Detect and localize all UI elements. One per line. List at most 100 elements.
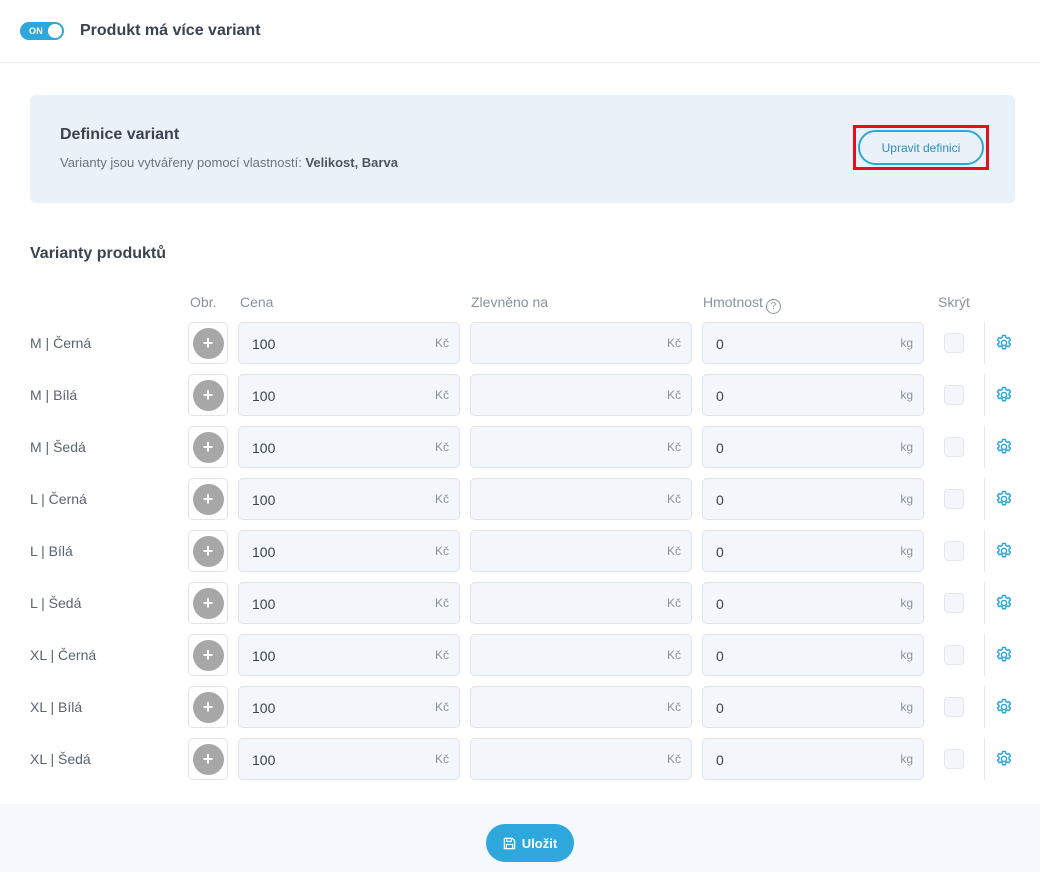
discount-price-input[interactable]: Kč: [470, 738, 692, 780]
hide-checkbox[interactable]: [944, 333, 964, 353]
price-value: 100: [252, 648, 276, 664]
variant-name: L | Bílá: [30, 543, 73, 559]
price-input[interactable]: 100 Kč: [238, 634, 460, 676]
discount-price-input[interactable]: Kč: [470, 478, 692, 520]
add-image-button[interactable]: +: [188, 426, 228, 468]
divider: [984, 322, 985, 364]
add-image-button[interactable]: +: [188, 634, 228, 676]
price-value: 100: [252, 752, 276, 768]
weight-unit: kg: [900, 336, 913, 350]
add-image-button[interactable]: +: [188, 322, 228, 364]
discount-price-input[interactable]: Kč: [470, 686, 692, 728]
price-input[interactable]: 100 Kč: [238, 686, 460, 728]
price-value: 100: [252, 492, 276, 508]
divider: [984, 426, 985, 468]
add-image-button[interactable]: +: [188, 478, 228, 520]
divider: [984, 582, 985, 624]
gear-icon[interactable]: [994, 333, 1014, 353]
weight-value: 0: [716, 648, 724, 664]
discount-price-input[interactable]: Kč: [470, 530, 692, 572]
definition-title: Definice variant: [60, 126, 180, 143]
floppy-disk-icon: [503, 837, 516, 849]
gear-icon[interactable]: [994, 593, 1014, 613]
discount-price-input[interactable]: Kč: [470, 322, 692, 364]
price-input[interactable]: 100 Kč: [238, 582, 460, 624]
add-image-button[interactable]: +: [188, 738, 228, 780]
weight-input[interactable]: 0 kg: [702, 634, 924, 676]
hide-checkbox[interactable]: [944, 437, 964, 457]
edit-definition-button[interactable]: Upravit definici: [858, 130, 984, 165]
header: ON Produkt má více variant: [0, 0, 1040, 63]
help-icon[interactable]: ?: [765, 299, 781, 314]
discount-price-input[interactable]: Kč: [470, 634, 692, 676]
save-button[interactable]: Uložit: [486, 824, 574, 862]
variant-name: M | Bílá: [30, 387, 78, 403]
gear-icon[interactable]: [994, 489, 1014, 509]
table-row: L | Šedá +100 Kč Kč 0 kg: [0, 582, 1040, 624]
weight-value: 0: [716, 544, 724, 560]
table-row: L | Bílá +100 Kč Kč 0 kg: [0, 530, 1040, 572]
currency-unit: Kč: [434, 700, 449, 714]
weight-input[interactable]: 0 kg: [702, 738, 924, 780]
divider: [984, 686, 985, 728]
weight-input[interactable]: 0 kg: [702, 426, 924, 468]
weight-unit: kg: [900, 700, 913, 714]
add-image-button[interactable]: +: [188, 374, 228, 416]
discount-price-input[interactable]: Kč: [470, 582, 692, 624]
hide-checkbox[interactable]: [944, 489, 964, 509]
add-image-button[interactable]: +: [188, 582, 228, 624]
divider: [984, 738, 985, 780]
column-header-image: Obr.: [190, 294, 217, 310]
hide-checkbox[interactable]: [944, 541, 964, 561]
gear-icon[interactable]: [994, 749, 1014, 769]
weight-value: 0: [716, 388, 724, 404]
weight-input[interactable]: 0 kg: [702, 478, 924, 520]
table-row: XL | Černá +100 Kč Kč 0 kg: [0, 634, 1040, 676]
variant-name: XL | Černá: [30, 647, 97, 663]
price-input[interactable]: 100 Kč: [238, 530, 460, 572]
weight-input[interactable]: 0 kg: [702, 530, 924, 572]
hide-checkbox[interactable]: [944, 385, 964, 405]
price-value: 100: [252, 336, 276, 352]
weight-unit: kg: [900, 648, 913, 662]
gear-icon[interactable]: [994, 541, 1014, 561]
weight-value: 0: [716, 752, 724, 768]
weight-value: 0: [716, 492, 724, 508]
variants-toggle[interactable]: ON: [20, 22, 64, 40]
weight-input[interactable]: 0 kg: [702, 322, 924, 364]
currency-unit: Kč: [434, 388, 449, 402]
column-header-price: Cena: [240, 294, 274, 310]
divider: [984, 374, 985, 416]
currency-unit: Kč: [666, 700, 681, 714]
price-input[interactable]: 100 Kč: [238, 374, 460, 416]
gear-icon[interactable]: [994, 385, 1014, 405]
discount-price-input[interactable]: Kč: [470, 426, 692, 468]
discount-price-input[interactable]: Kč: [470, 374, 692, 416]
add-image-button[interactable]: +: [188, 530, 228, 572]
weight-input[interactable]: 0 kg: [702, 686, 924, 728]
currency-unit: Kč: [666, 648, 681, 662]
variant-definition-card: Definice variant Varianty jsou vytvářeny…: [30, 95, 1015, 203]
weight-input[interactable]: 0 kg: [702, 374, 924, 416]
column-header-weight-label: Hmotnost: [703, 294, 763, 310]
price-input[interactable]: 100 Kč: [238, 426, 460, 468]
currency-unit: Kč: [434, 648, 449, 662]
weight-input[interactable]: 0 kg: [702, 582, 924, 624]
column-header-hide: Skrýt: [938, 294, 970, 310]
hide-checkbox[interactable]: [944, 593, 964, 613]
gear-icon[interactable]: [994, 697, 1014, 717]
price-value: 100: [252, 544, 276, 560]
gear-icon[interactable]: [994, 437, 1014, 457]
weight-value: 0: [716, 700, 724, 716]
weight-unit: kg: [900, 752, 913, 766]
price-input[interactable]: 100 Kč: [238, 322, 460, 364]
hide-checkbox[interactable]: [944, 645, 964, 665]
gear-icon[interactable]: [994, 645, 1014, 665]
hide-checkbox[interactable]: [944, 697, 964, 717]
hide-checkbox[interactable]: [944, 749, 964, 769]
divider: [984, 478, 985, 520]
price-input[interactable]: 100 Kč: [238, 478, 460, 520]
variant-name: XL | Bílá: [30, 699, 83, 715]
price-input[interactable]: 100 Kč: [238, 738, 460, 780]
add-image-button[interactable]: +: [188, 686, 228, 728]
